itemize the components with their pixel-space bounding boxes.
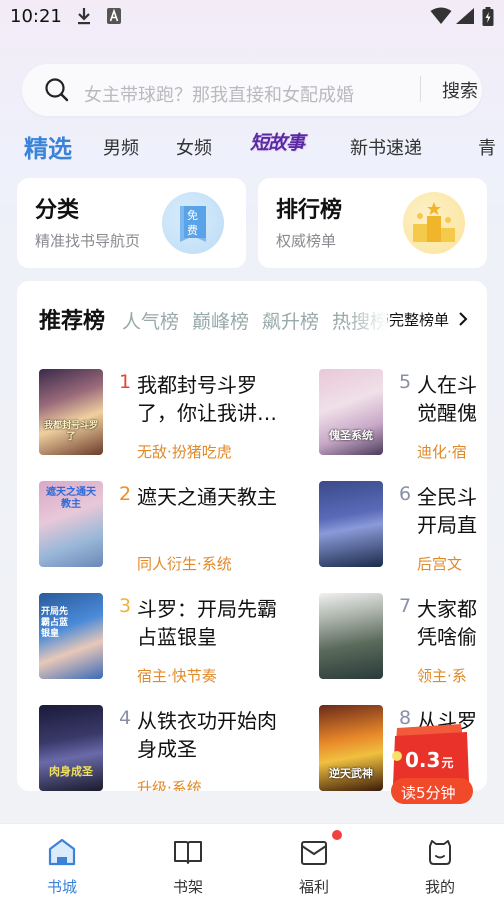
chevron-right-icon (459, 312, 468, 326)
book-item[interactable]: 我都封号斗罗了 1 我都封号斗罗了，你让我讲… 无敌·扮猪吃虎 (39, 369, 339, 469)
promo-amount-value: 0.3 (405, 748, 441, 772)
signal-icon (455, 7, 475, 29)
book-item[interactable]: 6 全民斗开局直 后宫文 (319, 481, 487, 581)
book-tags: 无敌·扮猪吃虎 (137, 443, 232, 461)
cover-title: 我都封号斗罗了 (43, 421, 98, 442)
book-title: 斗罗：开局先霸占蓝银皇 (137, 597, 277, 649)
book-rank: 4 (119, 707, 132, 729)
battery-icon (482, 7, 494, 31)
tab-male[interactable]: 男频 (103, 134, 139, 160)
book-rank: 5 (399, 371, 412, 393)
nav-label: 福利 (298, 878, 329, 896)
nav-label: 我的 (424, 878, 455, 896)
book-title: 全民斗开局直 (417, 485, 477, 537)
cover-title: 傀圣系统 (329, 429, 373, 442)
book-tags: 升级·系统 (137, 779, 202, 791)
book-cover: 逆天武神 (319, 705, 383, 791)
search-icon (44, 77, 70, 107)
nav-label: 书城 (46, 878, 77, 896)
wifi-icon (430, 7, 452, 29)
rank-tabs-fade (347, 301, 387, 335)
book-title: 我都封号斗罗了，你让我讲… (137, 373, 277, 425)
nav-bookstore[interactable]: 书城 (22, 832, 102, 896)
book-cover: 肉身成圣 (39, 705, 103, 791)
promo-amount: 0.3元 (405, 748, 453, 772)
book-tags: 领主·系 (417, 667, 467, 685)
book-rank: 7 (399, 595, 412, 617)
book-title: 遮天之通天教主 (137, 485, 277, 509)
search-button[interactable]: 搜索 (442, 77, 478, 103)
promo-label: 读5分钟 (401, 784, 456, 802)
book-title: 从铁衣功开始肉身成圣 (137, 709, 277, 761)
book-title: 人在斗觉醒傀 (417, 373, 477, 425)
full-list-label: 完整榜单 (389, 311, 450, 329)
bookstore-icon (46, 836, 78, 872)
tab-female[interactable]: 女频 (176, 134, 212, 160)
book-cover: 遮天之通天教主 (39, 481, 103, 567)
free-book-icon: 免费 (162, 192, 224, 254)
book-item[interactable]: 7 大家都凭啥偷 领主·系 (319, 593, 487, 693)
nav-welfare[interactable]: 福利 (274, 830, 354, 896)
search-bar[interactable]: 女主带球跑？那我直接和女配成婚 搜索 (22, 64, 482, 116)
gift-icon (298, 836, 330, 872)
book-tags: 后宫文 (417, 555, 463, 573)
book-rank: 3 (119, 595, 132, 617)
cover-title: 遮天之通天教主 (46, 487, 96, 510)
book-tags: 同人衍生·系统 (137, 555, 232, 573)
nav-label: 书架 (172, 878, 203, 896)
category-subtitle: 精准找书导航页 (35, 232, 141, 250)
book-item[interactable]: 遮天之通天教主 2 遮天之通天教主 同人衍生·系统 (39, 481, 339, 581)
profile-icon (424, 836, 456, 872)
bookshelf-icon (172, 836, 204, 872)
book-cover (319, 593, 383, 679)
book-tags: 迪化·宿 (417, 443, 467, 461)
book-rank: 2 (119, 483, 132, 505)
tab-new-books[interactable]: 新书速递 (350, 134, 422, 160)
rank-tab-peak[interactable]: 巅峰榜 (192, 307, 249, 334)
rank-tab-popular[interactable]: 人气榜 (122, 307, 179, 334)
cover-title: 肉身成圣 (49, 765, 93, 778)
recommend-ranking-panel: 推荐榜 人气榜 巅峰榜 飙升榜 热搜榜 完整榜单 我都封号斗罗了 1 我都封号斗… (17, 281, 487, 791)
book-cover (319, 481, 383, 567)
search-divider (420, 76, 421, 102)
category-title: 分类 (35, 198, 80, 223)
book-rank: 6 (399, 483, 412, 505)
search-input[interactable]: 女主带球跑？那我直接和女配成婚 (84, 81, 404, 107)
ranking-subtitle: 权威榜单 (276, 232, 337, 250)
ranking-panel-title: 推荐榜 (39, 309, 106, 334)
ranking-card[interactable]: 排行榜 权威榜单 (258, 178, 487, 268)
book-rank: 1 (119, 371, 132, 393)
status-bar: 10:21 (0, 0, 504, 34)
podium-icon (403, 192, 465, 254)
nav-profile[interactable]: 我的 (400, 832, 480, 896)
book-item[interactable]: 傀圣系统 5 人在斗觉醒傀 迪化·宿 (319, 369, 487, 469)
ranking-title: 排行榜 (276, 198, 343, 223)
book-cover: 傀圣系统 (319, 369, 383, 455)
nav-bookshelf[interactable]: 书架 (148, 832, 228, 896)
category-card[interactable]: 分类 精准找书导航页 免费 (17, 178, 246, 268)
rank-tab-rising[interactable]: 飙升榜 (262, 307, 319, 334)
notification-dot (332, 830, 342, 840)
status-time: 10:21 (10, 6, 62, 27)
cover-title: 开局先霸占蓝银皇 (41, 607, 69, 639)
promo-amount-unit: 元 (441, 756, 454, 770)
book-tags: 宿主·快节奏 (137, 667, 217, 685)
free-book-icon-text: 免费 (187, 209, 198, 237)
tab-featured[interactable]: 精选 (24, 129, 72, 164)
book-cover: 我都封号斗罗了 (39, 369, 103, 455)
full-list-link[interactable]: 完整榜单 (389, 309, 468, 330)
book-item[interactable]: 肉身成圣 4 从铁衣功开始肉身成圣 升级·系统 (39, 705, 339, 791)
book-item[interactable]: 开局先霸占蓝银皇 3 斗罗：开局先霸占蓝银皇 宿主·快节奏 (39, 593, 339, 693)
book-cover: 开局先霸占蓝银皇 (39, 593, 103, 679)
book-title: 大家都凭啥偷 (417, 597, 477, 649)
tab-short-stories[interactable]: 短故事 (250, 128, 305, 155)
tab-more[interactable]: 青 (478, 134, 496, 160)
cover-title: 逆天武神 (329, 767, 373, 780)
channel-tabs: 精选 男频 女频 短故事 新书速递 青 (0, 124, 504, 166)
reading-reward-promo[interactable]: 0.3元 读5分钟 (385, 722, 477, 806)
bottom-navigation: 书城 书架 福利 我的 (0, 823, 504, 897)
font-app-icon (106, 7, 122, 29)
download-icon (76, 7, 92, 29)
